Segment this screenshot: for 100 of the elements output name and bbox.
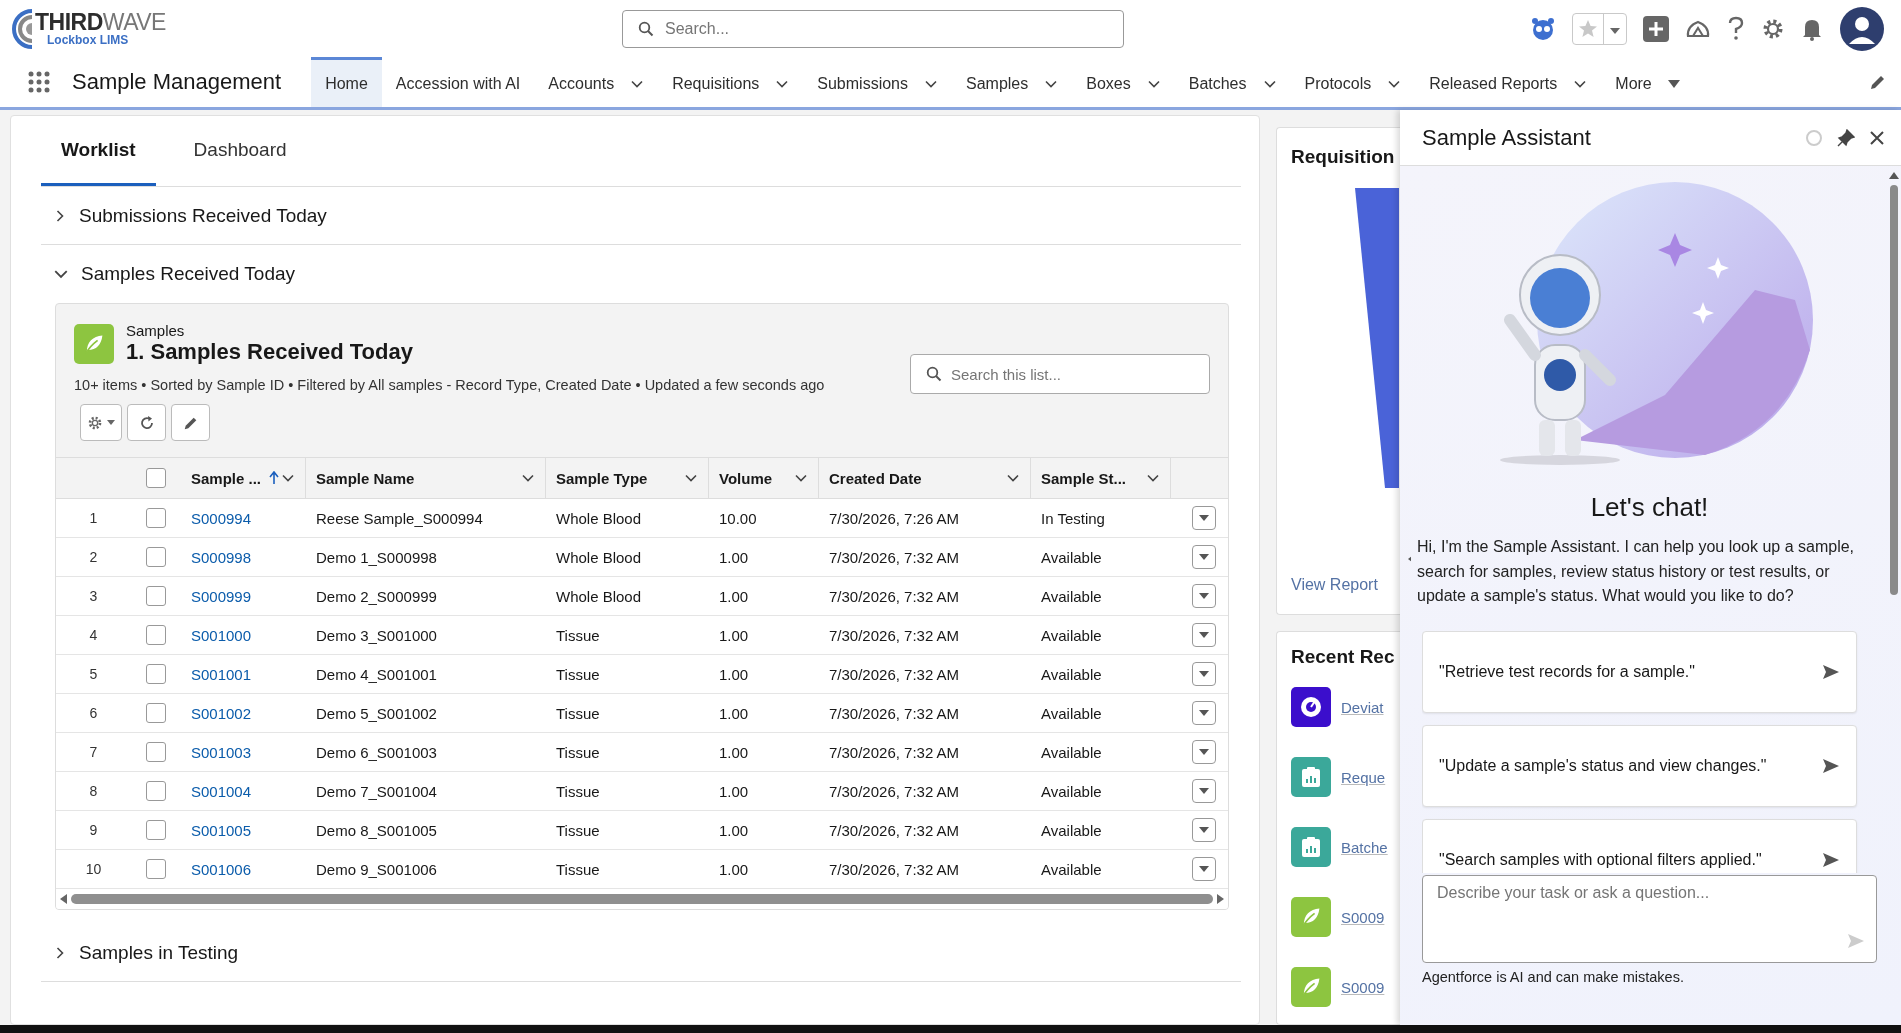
chat-input-field[interactable]: Describe your task or ask a question... bbox=[1422, 874, 1877, 963]
suggestion-button[interactable]: "Update a sample's status and view changes." bbox=[1422, 724, 1857, 807]
table-cell: 1.00 bbox=[709, 654, 819, 694]
table-cell: 7/30/2026, 7:32 AM bbox=[819, 693, 1031, 733]
row-actions-button[interactable] bbox=[1191, 779, 1216, 803]
tab[interactable]: Dashboard bbox=[173, 116, 307, 186]
sort-up-icon[interactable] bbox=[269, 471, 280, 485]
horizontal-scrollbar[interactable] bbox=[56, 889, 1228, 909]
sample-id-link[interactable]: S001006 bbox=[191, 860, 252, 878]
row-checkbox[interactable] bbox=[146, 703, 166, 723]
row-actions-button[interactable] bbox=[1191, 545, 1216, 569]
row-actions-button[interactable] bbox=[1191, 623, 1216, 647]
caret-icon bbox=[1198, 593, 1209, 599]
list-search-field[interactable]: Search this list... bbox=[910, 354, 1210, 394]
sample-id-link[interactable]: S001004 bbox=[191, 782, 252, 800]
nav-tab[interactable]: Released Reports bbox=[1415, 57, 1602, 107]
row-number: 6 bbox=[56, 693, 131, 733]
app-launcher-icon[interactable] bbox=[28, 71, 50, 93]
edit-icon[interactable] bbox=[1869, 73, 1887, 91]
row-checkbox[interactable] bbox=[146, 742, 166, 762]
caret-icon bbox=[1667, 79, 1680, 88]
nav-tab[interactable]: Accounts bbox=[534, 57, 659, 107]
nav-tab[interactable]: Submissions bbox=[803, 57, 952, 107]
sample-id-link[interactable]: S001005 bbox=[191, 821, 252, 839]
logo-text: THIRDWAVE bbox=[35, 11, 166, 34]
record-link[interactable]: Deviat bbox=[1341, 698, 1384, 716]
tab[interactable]: Worklist bbox=[41, 116, 156, 186]
close-icon[interactable] bbox=[1869, 129, 1885, 146]
settings-button[interactable] bbox=[80, 404, 122, 441]
row-checkbox[interactable] bbox=[146, 586, 166, 606]
sample-id-link[interactable]: S001003 bbox=[191, 743, 252, 761]
nav-tab[interactable]: Samples bbox=[952, 57, 1073, 107]
table-cell: 7/30/2026, 7:32 AM bbox=[819, 537, 1031, 577]
table-cell: Tissue bbox=[546, 810, 709, 850]
suggestion-button[interactable]: "Search samples with optional filters applied." bbox=[1422, 818, 1857, 873]
sample-id-link[interactable]: S000994 bbox=[191, 509, 252, 527]
table-cell: 7/30/2026, 7:32 AM bbox=[819, 615, 1031, 655]
table-cell: Tissue bbox=[546, 771, 709, 811]
send-icon[interactable] bbox=[1822, 663, 1840, 680]
select-all-checkbox[interactable] bbox=[146, 468, 166, 488]
row-checkbox[interactable] bbox=[146, 547, 166, 567]
row-checkbox[interactable] bbox=[146, 859, 166, 879]
record-link[interactable]: S0009 bbox=[1341, 978, 1385, 996]
row-actions-button[interactable] bbox=[1191, 818, 1216, 842]
nav-tab[interactable]: Batches bbox=[1174, 57, 1291, 107]
row-actions-button[interactable] bbox=[1191, 857, 1216, 881]
nav-tab[interactable]: More bbox=[1601, 57, 1694, 107]
sample-id-link[interactable]: S001002 bbox=[191, 704, 252, 722]
nav-tab[interactable]: Protocols bbox=[1290, 57, 1416, 107]
table-cell: Available bbox=[1031, 537, 1171, 577]
record-link[interactable]: S0009 bbox=[1341, 908, 1385, 926]
table-cell: Demo 5_S001002 bbox=[306, 693, 546, 733]
row-actions-button[interactable] bbox=[1191, 662, 1216, 686]
table-cell: 10.00 bbox=[709, 498, 819, 538]
record-link[interactable]: Reque bbox=[1341, 768, 1386, 786]
section-header[interactable]: Samples Received Today bbox=[41, 245, 1241, 303]
sample-id-link[interactable]: S001001 bbox=[191, 665, 252, 683]
row-actions-button[interactable] bbox=[1191, 506, 1216, 530]
column-header[interactable]: Created Date bbox=[829, 469, 922, 487]
sample-id-link[interactable]: S000998 bbox=[191, 548, 252, 566]
search-field[interactable]: Search... bbox=[622, 9, 1124, 48]
record-link[interactable]: Batche bbox=[1341, 838, 1388, 856]
suggestion-button[interactable]: "Retrieve test records for a sample." bbox=[1422, 630, 1857, 713]
table-cell: Available bbox=[1031, 654, 1171, 694]
row-actions-button[interactable] bbox=[1191, 584, 1216, 608]
row-checkbox[interactable] bbox=[146, 508, 166, 528]
clipboard-chart-icon bbox=[1291, 757, 1331, 797]
send-icon[interactable] bbox=[1822, 757, 1840, 774]
section-header[interactable]: Samples in Testing bbox=[41, 924, 1241, 982]
help-icon[interactable] bbox=[1727, 15, 1745, 42]
refresh-button[interactable] bbox=[127, 404, 166, 441]
table-cell: 1.00 bbox=[709, 732, 819, 772]
scroll-left-icon[interactable] bbox=[60, 894, 67, 904]
edit-button[interactable] bbox=[171, 404, 210, 441]
sample-id-link[interactable]: S000999 bbox=[191, 587, 252, 605]
row-checkbox[interactable] bbox=[146, 625, 166, 645]
star-icon bbox=[1578, 18, 1598, 39]
add-icon[interactable] bbox=[1643, 15, 1669, 42]
row-actions-button[interactable] bbox=[1191, 701, 1216, 725]
row-checkbox[interactable] bbox=[146, 664, 166, 684]
column-header[interactable]: Sample Name bbox=[316, 469, 415, 487]
nav-tab[interactable]: Boxes bbox=[1072, 57, 1175, 107]
table-cell: 7/30/2026, 7:32 AM bbox=[819, 732, 1031, 772]
row-checkbox[interactable] bbox=[146, 820, 166, 840]
nav-tab[interactable]: Accession with AI bbox=[381, 57, 535, 107]
nav-tab[interactable]: Requisitions bbox=[658, 57, 804, 107]
send-icon[interactable] bbox=[1822, 851, 1840, 868]
scroll-right-icon[interactable] bbox=[1217, 894, 1224, 904]
section-header[interactable]: Submissions Received Today bbox=[41, 187, 1241, 245]
view-report-link[interactable]: View Report bbox=[1291, 576, 1400, 594]
avatar-icon[interactable] bbox=[1839, 5, 1885, 52]
row-checkbox[interactable] bbox=[146, 781, 166, 801]
row-actions-button[interactable] bbox=[1191, 740, 1216, 764]
table-cell: 1.00 bbox=[709, 849, 819, 889]
nav-tab[interactable]: Home bbox=[311, 57, 382, 107]
pin-icon[interactable] bbox=[1837, 128, 1855, 147]
scroll-up-icon[interactable] bbox=[1889, 172, 1899, 179]
panel-title: Sample Assistant bbox=[1422, 124, 1592, 151]
table-cell: Demo 4_S001001 bbox=[306, 654, 546, 694]
sample-id-link[interactable]: S001000 bbox=[191, 626, 252, 644]
